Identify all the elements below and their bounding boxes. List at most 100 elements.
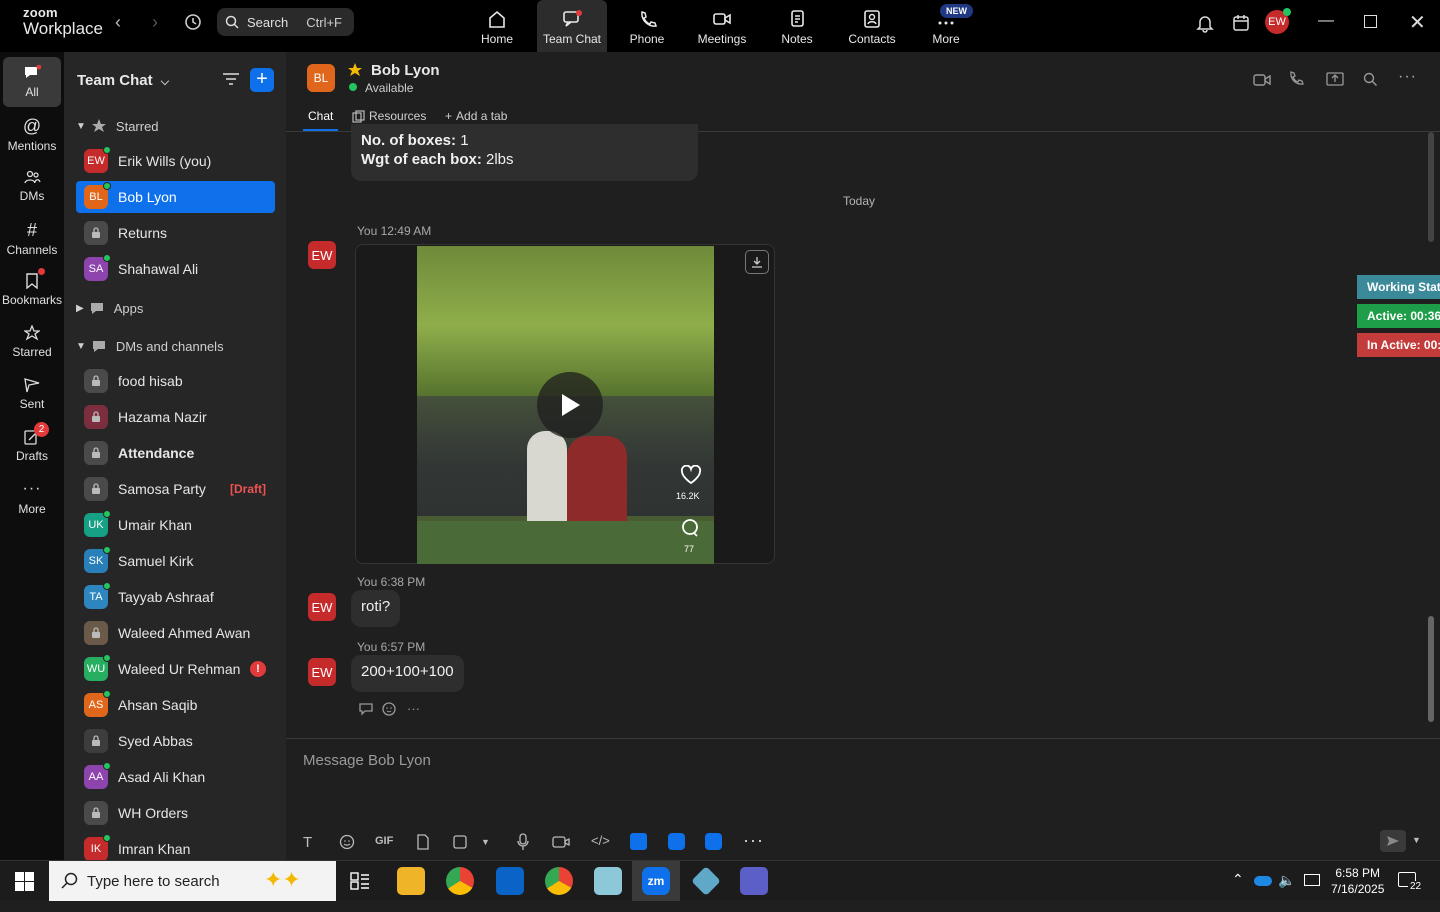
reply-thread-icon[interactable] (358, 702, 374, 716)
nav-home[interactable]: Home (467, 0, 527, 52)
sidebar-title[interactable]: Team Chat ⌵ (77, 72, 169, 89)
video-call-icon[interactable] (1252, 72, 1272, 88)
windows-start-icon[interactable] (15, 872, 34, 891)
section-starred[interactable]: ▼ Starred (76, 118, 159, 134)
message-avatar[interactable]: EW (308, 658, 336, 686)
nav-phone[interactable]: Phone (617, 0, 677, 52)
message-avatar[interactable]: EW (308, 593, 336, 621)
sidebar-item-samuel-kirk[interactable]: SK Samuel Kirk (76, 545, 275, 577)
sidebar-item-tayyab-ashraaf[interactable]: TA Tayyab Ashraaf (76, 581, 275, 613)
code-snippet-icon[interactable]: </> (591, 833, 610, 848)
file-explorer-icon[interactable] (397, 867, 425, 895)
chrome-profile-icon[interactable] (545, 867, 573, 895)
sidebar-item-food-hisab[interactable]: food hisab (76, 365, 275, 397)
clock[interactable]: 6:58 PM 7/16/2025 (1331, 865, 1384, 905)
teams-icon[interactable] (740, 867, 768, 895)
add-reaction-icon[interactable] (382, 701, 398, 717)
format-text-icon[interactable]: T (303, 834, 312, 851)
screenshot-icon[interactable] (452, 834, 468, 850)
nav-meetings[interactable]: Meetings (687, 0, 757, 52)
zoom-taskbar-active[interactable]: zm (632, 861, 680, 901)
bell-icon[interactable] (1195, 13, 1215, 38)
sidebar-item-waleed-ur-rehman[interactable]: WU Waleed Ur Rehman! (76, 653, 275, 685)
app-diamond-icon[interactable] (691, 866, 721, 896)
whiteboard-app-icon[interactable] (668, 833, 685, 850)
microphone-icon[interactable] (517, 833, 529, 851)
star-filled-icon[interactable] (347, 62, 363, 78)
sidebar-item-ahsan-saqib[interactable]: AS Ahsan Saqib (76, 689, 275, 721)
volume-muted-icon[interactable]: 🔈 (1278, 872, 1295, 912)
chrome-icon[interactable] (446, 867, 474, 895)
download-button[interactable] (745, 250, 769, 274)
nav-contacts[interactable]: Contacts (837, 0, 907, 52)
sidebar-item-hazama-nazir[interactable]: Hazama Nazir (76, 401, 275, 433)
video-message-card[interactable]: 16.2K 77 (355, 244, 775, 564)
forward-arrow-icon[interactable]: › (152, 12, 158, 33)
share-screen-icon[interactable] (1326, 71, 1344, 87)
tab-chat[interactable]: Chat (308, 109, 333, 123)
onedrive-icon[interactable] (1254, 876, 1272, 886)
phone-call-icon[interactable] (1288, 71, 1304, 87)
rail-all[interactable]: All (3, 57, 61, 107)
rail-dms[interactable]: DMs (3, 161, 61, 211)
rail-channels[interactable]: # Channels (3, 213, 61, 263)
task-view-icon[interactable] (350, 872, 370, 890)
history-icon[interactable] (183, 12, 203, 37)
send-button[interactable] (1380, 830, 1406, 852)
taskbar-search[interactable]: Type here to search ✦✦ (49, 861, 336, 901)
contact-name[interactable]: Bob Lyon (371, 62, 440, 79)
message-more-icon[interactable]: ··· (407, 701, 420, 716)
message-avatar[interactable]: EW (308, 241, 336, 269)
video-message-icon[interactable] (552, 834, 570, 850)
sidebar-item-samosa-party[interactable]: Samosa Party [Draft] (76, 473, 275, 505)
sidebar-item-returns[interactable]: Returns (76, 217, 275, 249)
sidebar-item-waleed-ahmed-awan[interactable]: Waleed Ahmed Awan (76, 617, 275, 649)
search-icon[interactable] (1362, 71, 1378, 87)
rail-bookmarks[interactable]: Bookmarks (2, 265, 62, 315)
play-button[interactable] (537, 372, 603, 438)
network-icon[interactable] (1304, 874, 1320, 886)
section-apps[interactable]: ▶ Apps (76, 300, 143, 316)
rail-sent[interactable]: Sent (3, 369, 61, 419)
chevron-down-icon[interactable]: ▼ (481, 837, 490, 847)
sidebar-item-asad-ali-khan[interactable]: AA Asad Ali Khan (76, 761, 275, 793)
message-bubble[interactable]: roti? (351, 590, 401, 627)
message-input[interactable]: Message Bob Lyon (303, 752, 431, 769)
add-tab-button[interactable]: + Add a tab (445, 109, 507, 123)
sidebar-item-bob-lyon[interactable]: BL Bob Lyon (76, 181, 275, 213)
more-tools-icon[interactable]: ··· (743, 830, 764, 851)
section-dms-channels[interactable]: ▼ DMs and channels (76, 338, 224, 354)
sidebar-item-umair-khan[interactable]: UK Umair Khan (76, 509, 275, 541)
nav-notes[interactable]: Notes (767, 0, 827, 52)
contact-avatar[interactable]: BL (307, 64, 335, 92)
nav-team-chat[interactable]: Team Chat (537, 0, 607, 52)
outlook-icon[interactable] (496, 867, 524, 895)
minimize-icon[interactable]: — (1318, 12, 1334, 30)
sidebar-item-wh-orders[interactable]: WH Orders (76, 797, 275, 829)
docs-app-icon[interactable] (630, 833, 647, 850)
message-bubble[interactable]: 200+100+100 (351, 655, 464, 692)
new-chat-button[interactable]: + (250, 68, 274, 92)
back-arrow-icon[interactable]: ‹ (115, 12, 121, 33)
emoji-icon[interactable] (339, 834, 355, 850)
rail-drafts[interactable]: Drafts (3, 421, 61, 471)
calendar-icon[interactable] (1231, 13, 1251, 38)
rail-mentions[interactable]: @ Mentions (3, 109, 61, 159)
sidebar-item-syed-abbas[interactable]: Syed Abbas (76, 725, 275, 757)
rail-more[interactable]: ··· More (3, 473, 61, 523)
more-options-icon[interactable]: ··· (1398, 68, 1417, 86)
file-icon[interactable] (416, 834, 430, 850)
gif-button[interactable]: GIF (375, 835, 393, 847)
maximize-icon[interactable] (1364, 15, 1377, 28)
search-bar[interactable]: Search Ctrl+F (217, 8, 354, 36)
sidebar-item-shahawal-ali[interactable]: SA Shahawal Ali (76, 253, 275, 285)
send-options-chevron-icon[interactable]: ▼ (1412, 835, 1421, 845)
tray-chevron-icon[interactable]: ⌃ (1232, 871, 1244, 911)
filter-icon[interactable] (222, 72, 240, 91)
sidebar-item-attendance[interactable]: Attendance (76, 437, 275, 469)
clips-app-icon[interactable] (705, 833, 722, 850)
sidebar-item-erik-wills-you[interactable]: EW Erik Wills (you) (76, 145, 275, 177)
rail-starred[interactable]: Starred (3, 317, 61, 367)
app-icon[interactable] (594, 867, 622, 895)
close-icon[interactable]: ✕ (1409, 10, 1426, 35)
